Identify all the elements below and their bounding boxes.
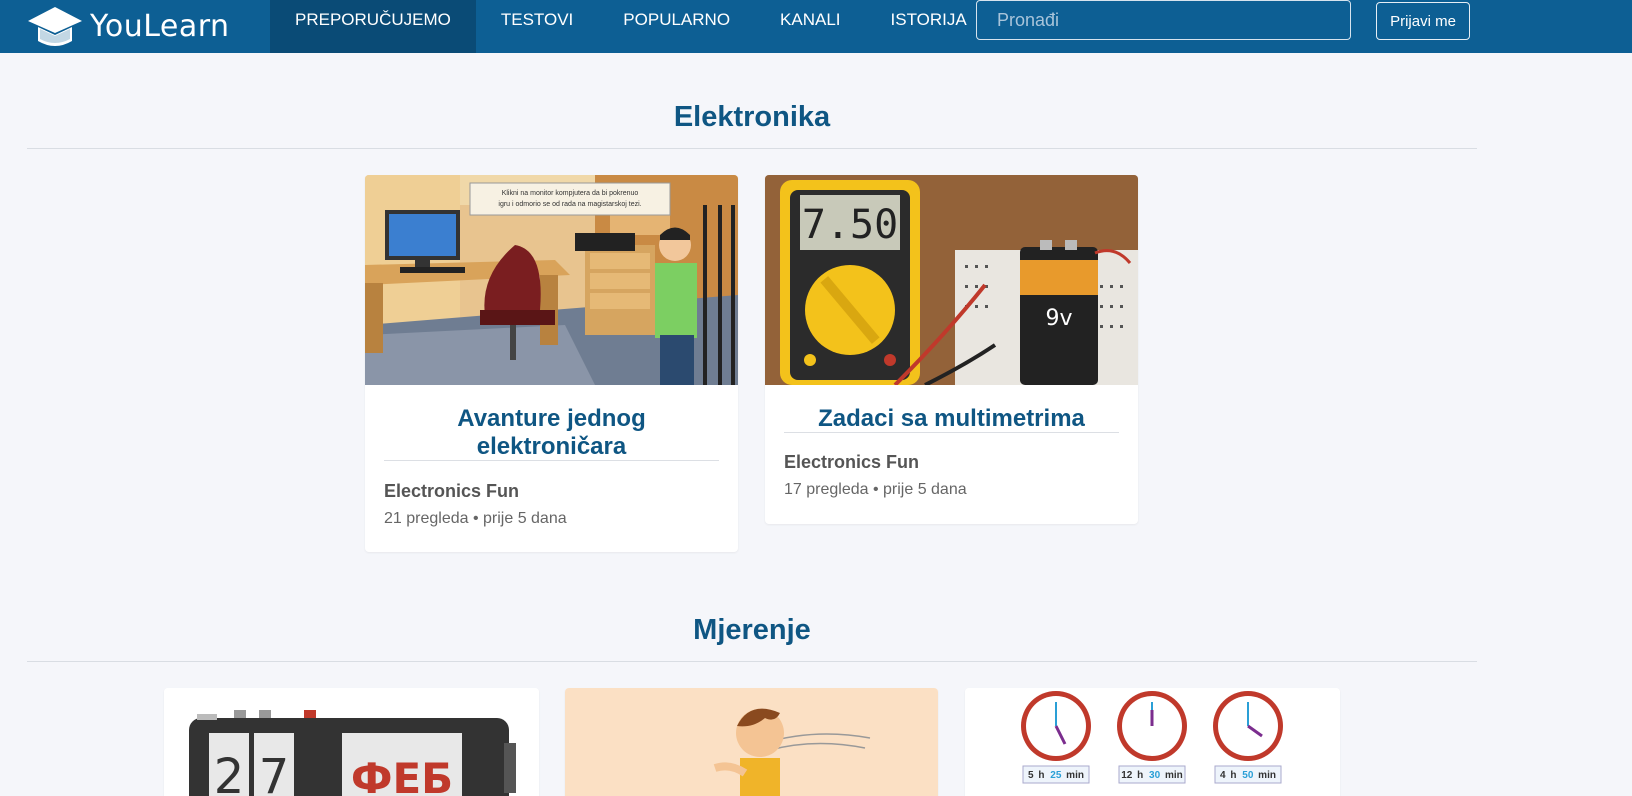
video-card-zadaci[interactable]: 7.50 9v Zadaci sa multimetrima Electroni… [765, 175, 1138, 524]
clocks-image: 5 h 25 min 12 h 30 min 4 h 50 min [965, 688, 1340, 796]
logo[interactable]: YouLearn [26, 0, 230, 53]
clock-2-min-label: min [1165, 770, 1183, 781]
nav-item-popularno[interactable]: POPULARNO [598, 0, 755, 53]
section-divider [27, 148, 1477, 149]
svg-text:Klikni na monitor kompjutera d: Klikni na monitor kompjutera da bi pokre… [502, 190, 639, 197]
card-thumbnail[interactable]: 7.50 9v [765, 175, 1138, 385]
calendar-digit-2: 7 [259, 749, 290, 796]
svg-text:igru i odmorio se od rada na m: igru i odmorio se od rada na magistarsko… [498, 201, 641, 208]
card-title[interactable]: Zadaci sa multimetrima [784, 405, 1119, 433]
flip-calendar-image: 2 7 ФЕБ [164, 688, 539, 796]
card-title[interactable]: Avanture jednog elektroničara [384, 405, 719, 461]
logo-text: YouLearn [90, 9, 230, 44]
office-scene-image: Klikni na monitor kompjutera da bi pokre… [365, 175, 738, 385]
clock-2-minutes: 30 [1149, 770, 1161, 781]
clock-3-minutes: 50 [1242, 770, 1254, 781]
clock-1-hours: 5 [1028, 770, 1034, 781]
nav-item-istorija[interactable]: ISTORIJA [866, 0, 992, 53]
section-title-mjerenje[interactable]: Mjerenje [27, 614, 1477, 647]
clock-3-h-label: h [1230, 770, 1236, 781]
card-thumbnail[interactable]: Klikni na monitor kompjutera da bi pokre… [365, 175, 738, 385]
battery-label: 9v [1045, 306, 1072, 331]
video-card-runner[interactable] [565, 688, 938, 796]
clock-3-min-label: min [1258, 770, 1276, 781]
login-button[interactable]: Prijavi me [1376, 2, 1470, 40]
nav-item-testovi[interactable]: TESTOVI [476, 0, 598, 53]
card-channel[interactable]: Electronics Fun [384, 481, 519, 502]
section-divider [27, 661, 1477, 662]
calendar-digit-1: 2 [214, 749, 245, 796]
clock-2-hours: 12 [1121, 770, 1133, 781]
clock-1-minutes: 25 [1050, 770, 1062, 781]
card-meta: 21 pregleda • prije 5 dana [384, 510, 567, 527]
card-meta: 17 pregleda • prije 5 dana [784, 481, 967, 498]
nav-item-kanali[interactable]: KANALI [755, 0, 865, 53]
main-nav: PREPORUČUJEMO TESTOVI POPULARNO KANALI I… [270, 0, 992, 53]
card-channel[interactable]: Electronics Fun [784, 452, 919, 473]
clock-1-h-label: h [1038, 770, 1044, 781]
multimeter-display: 7.50 [802, 202, 898, 248]
top-navbar: YouLearn PREPORUČUJEMO TESTOVI POPULARNO… [0, 0, 1632, 53]
section-title-elektronika[interactable]: Elektronika [27, 101, 1477, 134]
nav-item-preporucujemo[interactable]: PREPORUČUJEMO [270, 0, 476, 53]
clock-1-min-label: min [1066, 770, 1084, 781]
clock-2-h-label: h [1137, 770, 1143, 781]
video-card-calendar[interactable]: 2 7 ФЕБ [164, 688, 539, 796]
calendar-month: ФЕБ [351, 754, 453, 796]
running-boy-image [565, 688, 938, 796]
clock-3-hours: 4 [1220, 770, 1226, 781]
multimeter-image: 7.50 9v [765, 175, 1138, 385]
video-card-clocks[interactable]: 5 h 25 min 12 h 30 min 4 h 50 min [965, 688, 1340, 796]
video-card-avanture[interactable]: Klikni na monitor kompjutera da bi pokre… [365, 175, 738, 552]
search-input[interactable] [976, 0, 1351, 40]
graduation-cap-icon [28, 6, 82, 46]
svg-text:12 h 30 min: 12 h 30 min [1121, 770, 1182, 781]
